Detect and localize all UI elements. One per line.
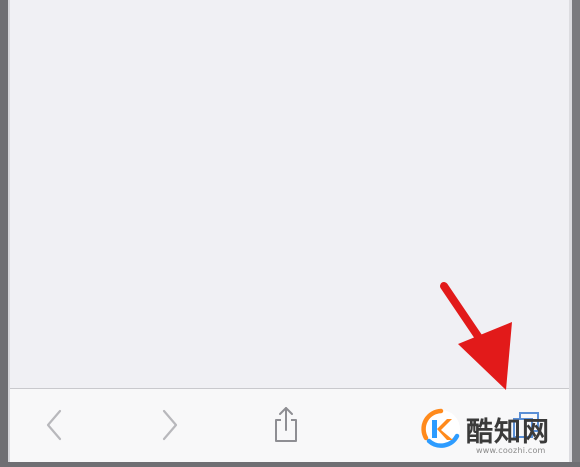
share-button[interactable] — [266, 405, 306, 445]
back-button[interactable] — [34, 405, 74, 445]
chevron-left-icon — [46, 409, 62, 441]
device-frame-left — [0, 0, 8, 467]
device-frame-bottom — [0, 462, 580, 467]
device-frame-right — [572, 0, 580, 467]
chevron-right-icon — [162, 409, 178, 441]
watermark-brand: 酷知网 — [466, 416, 550, 448]
share-icon — [275, 407, 297, 442]
watermark-url: www.coozhi.com — [476, 446, 546, 455]
k-logo-icon — [421, 408, 460, 448]
forward-button[interactable] — [150, 405, 190, 445]
